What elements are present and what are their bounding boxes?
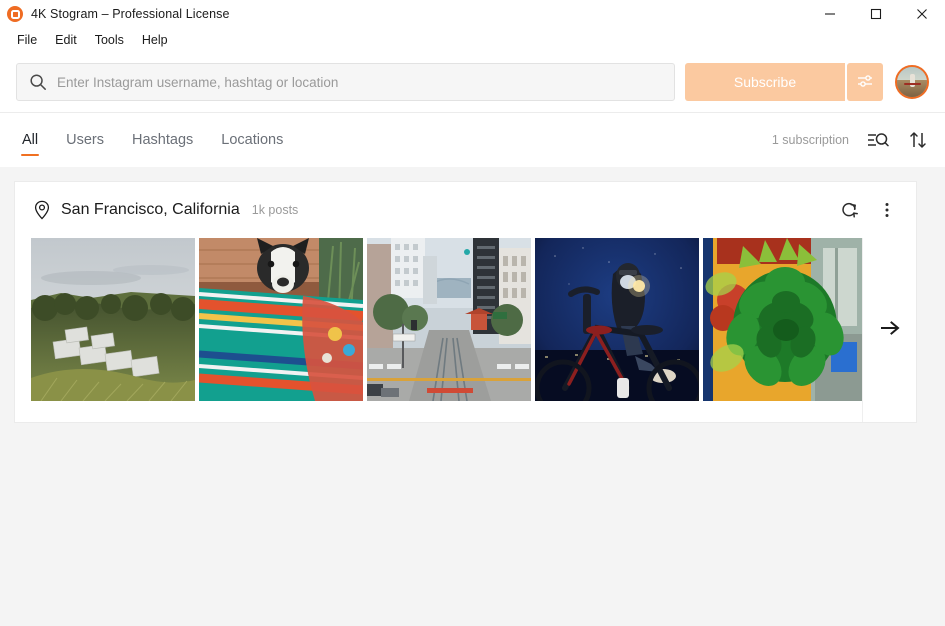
sliders-icon [855, 71, 875, 94]
search-input[interactable] [57, 74, 662, 90]
app-logo-icon [7, 6, 23, 22]
avatar[interactable] [895, 65, 929, 99]
thumbnail-item[interactable] [535, 238, 699, 401]
next-thumbnails-button[interactable] [862, 238, 916, 422]
search-bar: Subscribe [0, 52, 945, 112]
tab-hashtags[interactable]: Hashtags [118, 113, 207, 167]
subscription-title: San Francisco, California [61, 201, 240, 218]
more-vertical-icon[interactable] [876, 199, 898, 221]
search-field[interactable] [16, 63, 675, 101]
refresh-icon[interactable] [838, 199, 860, 221]
tab-bar: All Users Hashtags Locations 1 subscript… [0, 112, 945, 167]
window-controls [807, 0, 945, 28]
thumbnail-item[interactable] [703, 238, 864, 401]
thumbnail-item[interactable] [31, 238, 195, 401]
menu-item-help[interactable]: Help [133, 31, 177, 49]
subscription-card-actions [838, 199, 898, 221]
thumbnail-strip-wrapper [15, 238, 916, 422]
thumbnail-strip [15, 238, 864, 422]
sort-arrows-icon[interactable] [907, 129, 929, 151]
subscription-card: San Francisco, California 1k posts [14, 181, 917, 423]
app-window: 4K Stogram – Professional License File E… [0, 0, 945, 626]
search-settings-button[interactable] [847, 63, 883, 101]
subscription-card-header: San Francisco, California 1k posts [15, 182, 916, 238]
menu-item-file[interactable]: File [8, 31, 46, 49]
content-area: San Francisco, California 1k posts [0, 167, 945, 626]
title-bar: 4K Stogram – Professional License [0, 0, 945, 28]
tabs: All Users Hashtags Locations [8, 113, 297, 167]
window-title: 4K Stogram – Professional License [31, 7, 230, 21]
arrow-right-icon [878, 318, 902, 343]
minimize-button[interactable] [807, 0, 853, 28]
thumbnail-item[interactable] [199, 238, 363, 401]
subscription-post-count: 1k posts [251, 203, 299, 217]
location-pin-icon [33, 200, 51, 220]
tab-users[interactable]: Users [52, 113, 118, 167]
filter-search-icon[interactable] [867, 129, 889, 151]
search-icon [29, 73, 47, 91]
maximize-button[interactable] [853, 0, 899, 28]
menu-item-edit[interactable]: Edit [46, 31, 86, 49]
tab-bar-actions: 1 subscription [772, 129, 929, 151]
tab-locations[interactable]: Locations [207, 113, 297, 167]
close-button[interactable] [899, 0, 945, 28]
subscription-count: 1 subscription [771, 133, 849, 147]
menu-item-tools[interactable]: Tools [86, 31, 133, 49]
menu-bar: File Edit Tools Help [0, 28, 945, 52]
tab-all[interactable]: All [8, 113, 52, 167]
thumbnail-item[interactable] [367, 238, 531, 401]
subscribe-button[interactable]: Subscribe [685, 63, 845, 101]
